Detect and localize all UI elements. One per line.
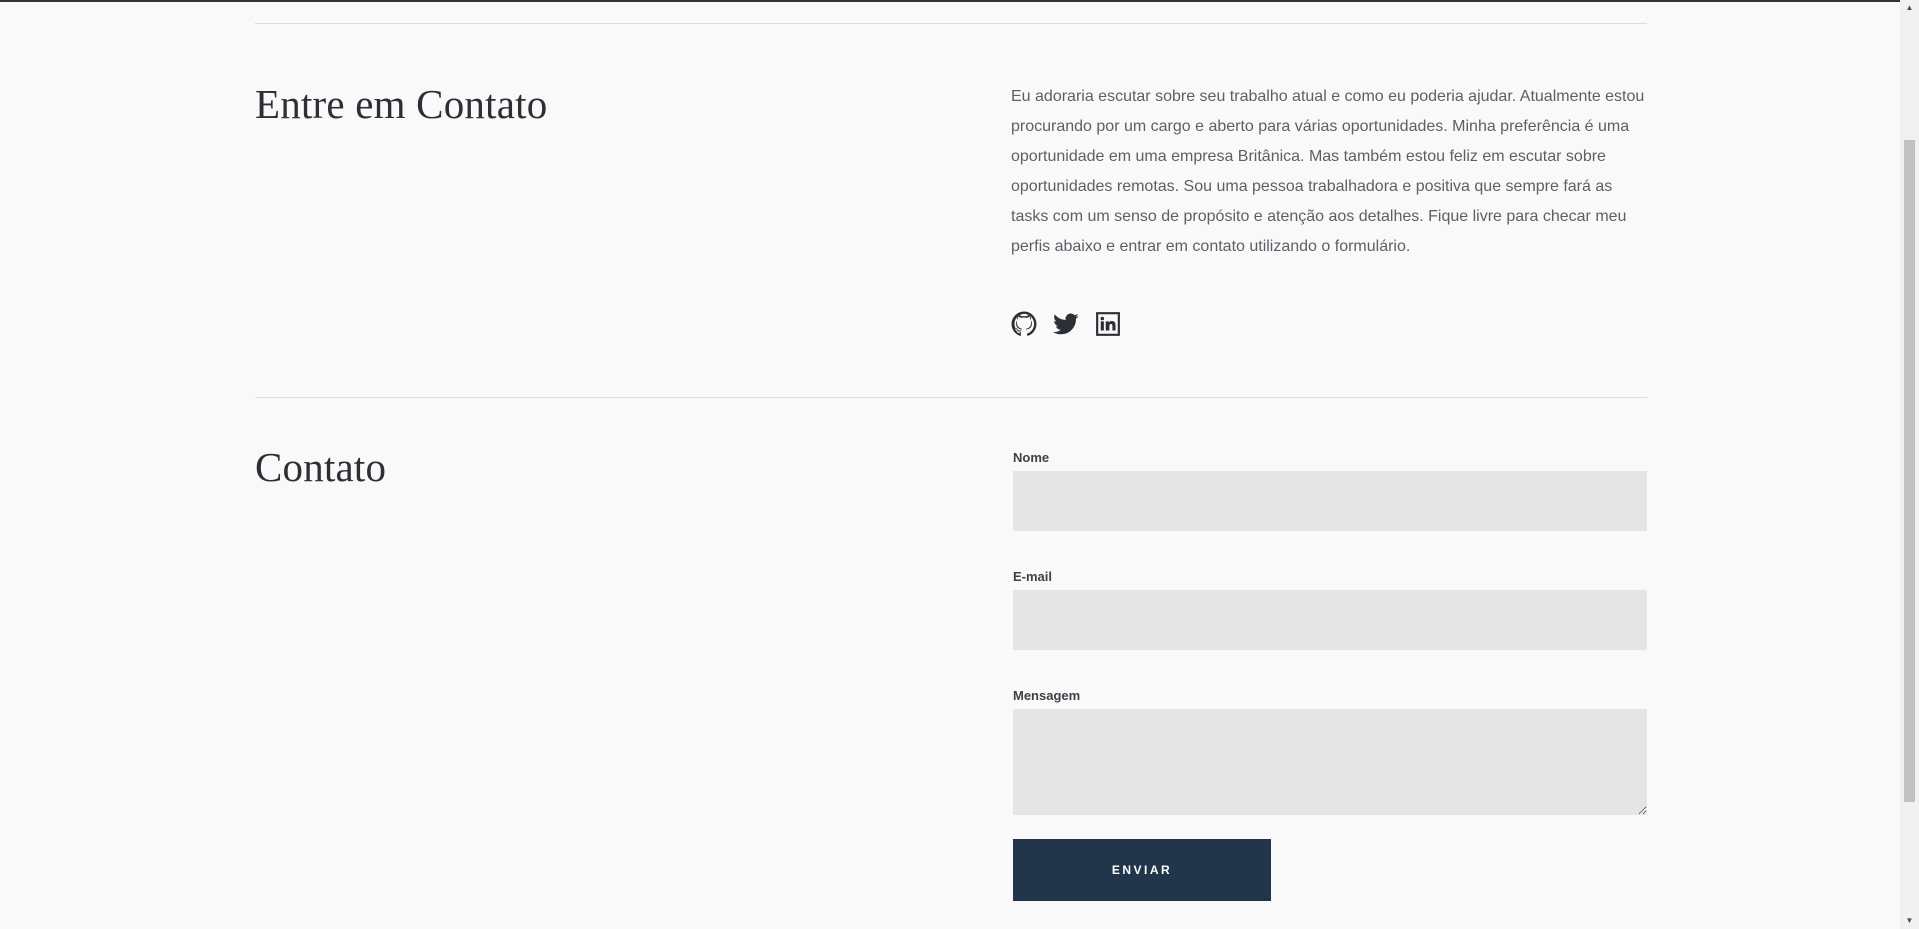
email-label: E-mail — [1013, 569, 1053, 584]
get-in-touch-description: Eu adoraria escutar sobre seu trabalho a… — [1011, 88, 1645, 255]
email-field[interactable] — [1013, 590, 1647, 650]
message-label: Mensagem — [1013, 688, 1081, 703]
github-link[interactable] — [1011, 311, 1037, 337]
github-icon — [1011, 311, 1037, 336]
scrollbar[interactable]: ▲ ▼ — [1900, 0, 1919, 929]
contact-form: Nome E-mail Mensagem ENVIAR — [1013, 450, 1647, 901]
linkedin-icon — [1096, 312, 1120, 336]
twitter-link[interactable] — [1053, 311, 1079, 337]
scroll-up-arrow-icon[interactable]: ▲ — [1900, 0, 1919, 16]
linkedin-link[interactable] — [1095, 311, 1121, 337]
name-label: Nome — [1013, 450, 1050, 465]
message-field[interactable] — [1013, 709, 1647, 815]
contact-heading: Contato — [255, 444, 387, 490]
section-divider — [255, 23, 1647, 24]
social-links — [1011, 311, 1121, 337]
scrollbar-thumb[interactable] — [1904, 140, 1915, 802]
scroll-down-arrow-icon[interactable]: ▼ — [1900, 913, 1919, 929]
get-in-touch-heading: Entre em Contato — [255, 81, 548, 127]
name-field[interactable] — [1013, 471, 1647, 531]
twitter-icon — [1053, 313, 1079, 335]
submit-button[interactable]: ENVIAR — [1013, 839, 1271, 901]
page: Entre em Contato Eu adoraria escutar sob… — [0, 0, 1900, 929]
section-divider — [255, 397, 1647, 398]
